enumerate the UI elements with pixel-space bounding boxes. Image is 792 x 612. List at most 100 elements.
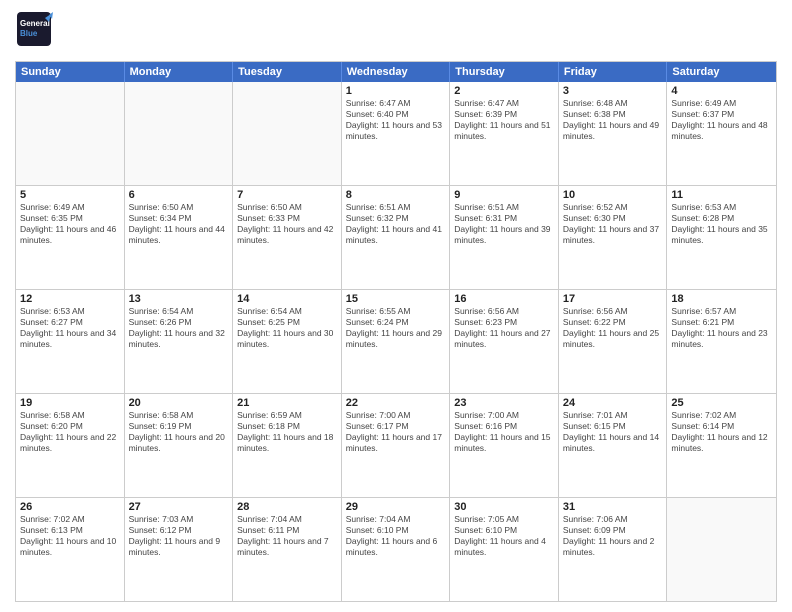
cell-info: Sunrise: 7:04 AMSunset: 6:10 PMDaylight:… bbox=[346, 514, 446, 558]
calendar-cell: 18Sunrise: 6:57 AMSunset: 6:21 PMDayligh… bbox=[667, 290, 776, 393]
cell-info: Sunrise: 6:54 AMSunset: 6:26 PMDaylight:… bbox=[129, 306, 229, 350]
cell-info: Sunrise: 6:49 AMSunset: 6:35 PMDaylight:… bbox=[20, 202, 120, 246]
cell-info: Sunrise: 6:50 AMSunset: 6:33 PMDaylight:… bbox=[237, 202, 337, 246]
calendar-cell: 13Sunrise: 6:54 AMSunset: 6:26 PMDayligh… bbox=[125, 290, 234, 393]
cell-info: Sunrise: 6:57 AMSunset: 6:21 PMDaylight:… bbox=[671, 306, 772, 350]
cell-date: 15 bbox=[346, 293, 446, 305]
cell-date: 20 bbox=[129, 397, 229, 409]
svg-text:General: General bbox=[20, 19, 50, 28]
day-header-saturday: Saturday bbox=[667, 62, 776, 82]
cell-date: 10 bbox=[563, 189, 663, 201]
calendar-cell: 23Sunrise: 7:00 AMSunset: 6:16 PMDayligh… bbox=[450, 394, 559, 497]
cell-date: 25 bbox=[671, 397, 772, 409]
cell-info: Sunrise: 7:01 AMSunset: 6:15 PMDaylight:… bbox=[563, 410, 663, 454]
calendar-row-0: 1Sunrise: 6:47 AMSunset: 6:40 PMDaylight… bbox=[16, 82, 776, 186]
calendar-row-1: 5Sunrise: 6:49 AMSunset: 6:35 PMDaylight… bbox=[16, 186, 776, 290]
cell-date: 30 bbox=[454, 501, 554, 513]
cell-info: Sunrise: 7:06 AMSunset: 6:09 PMDaylight:… bbox=[563, 514, 663, 558]
cell-info: Sunrise: 6:53 AMSunset: 6:28 PMDaylight:… bbox=[671, 202, 772, 246]
cell-date: 26 bbox=[20, 501, 120, 513]
calendar-cell: 7Sunrise: 6:50 AMSunset: 6:33 PMDaylight… bbox=[233, 186, 342, 289]
cell-info: Sunrise: 6:56 AMSunset: 6:22 PMDaylight:… bbox=[563, 306, 663, 350]
cell-date: 1 bbox=[346, 85, 446, 97]
calendar-row-2: 12Sunrise: 6:53 AMSunset: 6:27 PMDayligh… bbox=[16, 290, 776, 394]
calendar-row-4: 26Sunrise: 7:02 AMSunset: 6:13 PMDayligh… bbox=[16, 498, 776, 601]
day-header-monday: Monday bbox=[125, 62, 234, 82]
cell-date: 8 bbox=[346, 189, 446, 201]
calendar-cell: 20Sunrise: 6:58 AMSunset: 6:19 PMDayligh… bbox=[125, 394, 234, 497]
calendar-row-3: 19Sunrise: 6:58 AMSunset: 6:20 PMDayligh… bbox=[16, 394, 776, 498]
cell-info: Sunrise: 6:58 AMSunset: 6:20 PMDaylight:… bbox=[20, 410, 120, 454]
calendar-cell: 24Sunrise: 7:01 AMSunset: 6:15 PMDayligh… bbox=[559, 394, 668, 497]
day-header-sunday: Sunday bbox=[16, 62, 125, 82]
calendar-cell: 3Sunrise: 6:48 AMSunset: 6:38 PMDaylight… bbox=[559, 82, 668, 185]
cell-date: 22 bbox=[346, 397, 446, 409]
calendar-cell bbox=[667, 498, 776, 601]
cell-info: Sunrise: 7:00 AMSunset: 6:16 PMDaylight:… bbox=[454, 410, 554, 454]
cell-info: Sunrise: 6:51 AMSunset: 6:32 PMDaylight:… bbox=[346, 202, 446, 246]
cell-date: 9 bbox=[454, 189, 554, 201]
cell-info: Sunrise: 6:55 AMSunset: 6:24 PMDaylight:… bbox=[346, 306, 446, 350]
cell-date: 18 bbox=[671, 293, 772, 305]
calendar-cell bbox=[125, 82, 234, 185]
cell-info: Sunrise: 6:50 AMSunset: 6:34 PMDaylight:… bbox=[129, 202, 229, 246]
cell-info: Sunrise: 7:03 AMSunset: 6:12 PMDaylight:… bbox=[129, 514, 229, 558]
calendar-cell: 12Sunrise: 6:53 AMSunset: 6:27 PMDayligh… bbox=[16, 290, 125, 393]
calendar-cell: 11Sunrise: 6:53 AMSunset: 6:28 PMDayligh… bbox=[667, 186, 776, 289]
calendar-cell: 29Sunrise: 7:04 AMSunset: 6:10 PMDayligh… bbox=[342, 498, 451, 601]
cell-info: Sunrise: 6:52 AMSunset: 6:30 PMDaylight:… bbox=[563, 202, 663, 246]
cell-date: 11 bbox=[671, 189, 772, 201]
cell-date: 14 bbox=[237, 293, 337, 305]
cell-info: Sunrise: 6:56 AMSunset: 6:23 PMDaylight:… bbox=[454, 306, 554, 350]
calendar-cell: 28Sunrise: 7:04 AMSunset: 6:11 PMDayligh… bbox=[233, 498, 342, 601]
logo: General Blue bbox=[15, 10, 58, 53]
calendar-cell: 30Sunrise: 7:05 AMSunset: 6:10 PMDayligh… bbox=[450, 498, 559, 601]
header: General Blue bbox=[15, 10, 777, 53]
calendar-cell: 22Sunrise: 7:00 AMSunset: 6:17 PMDayligh… bbox=[342, 394, 451, 497]
page: General Blue SundayMondayTuesdayWednesda… bbox=[0, 0, 792, 612]
calendar-cell: 26Sunrise: 7:02 AMSunset: 6:13 PMDayligh… bbox=[16, 498, 125, 601]
svg-text:Blue: Blue bbox=[20, 29, 38, 38]
cell-info: Sunrise: 6:51 AMSunset: 6:31 PMDaylight:… bbox=[454, 202, 554, 246]
calendar-cell: 1Sunrise: 6:47 AMSunset: 6:40 PMDaylight… bbox=[342, 82, 451, 185]
cell-date: 29 bbox=[346, 501, 446, 513]
calendar-body: 1Sunrise: 6:47 AMSunset: 6:40 PMDaylight… bbox=[16, 82, 776, 601]
cell-date: 13 bbox=[129, 293, 229, 305]
day-header-wednesday: Wednesday bbox=[342, 62, 451, 82]
calendar-cell: 10Sunrise: 6:52 AMSunset: 6:30 PMDayligh… bbox=[559, 186, 668, 289]
calendar-cell: 27Sunrise: 7:03 AMSunset: 6:12 PMDayligh… bbox=[125, 498, 234, 601]
cell-info: Sunrise: 6:53 AMSunset: 6:27 PMDaylight:… bbox=[20, 306, 120, 350]
calendar-cell: 2Sunrise: 6:47 AMSunset: 6:39 PMDaylight… bbox=[450, 82, 559, 185]
cell-info: Sunrise: 7:05 AMSunset: 6:10 PMDaylight:… bbox=[454, 514, 554, 558]
cell-date: 5 bbox=[20, 189, 120, 201]
cell-info: Sunrise: 6:59 AMSunset: 6:18 PMDaylight:… bbox=[237, 410, 337, 454]
calendar-cell bbox=[233, 82, 342, 185]
day-header-friday: Friday bbox=[559, 62, 668, 82]
cell-date: 24 bbox=[563, 397, 663, 409]
cell-info: Sunrise: 7:02 AMSunset: 6:14 PMDaylight:… bbox=[671, 410, 772, 454]
day-header-tuesday: Tuesday bbox=[233, 62, 342, 82]
calendar-cell: 5Sunrise: 6:49 AMSunset: 6:35 PMDaylight… bbox=[16, 186, 125, 289]
cell-info: Sunrise: 6:58 AMSunset: 6:19 PMDaylight:… bbox=[129, 410, 229, 454]
calendar-cell: 21Sunrise: 6:59 AMSunset: 6:18 PMDayligh… bbox=[233, 394, 342, 497]
cell-date: 3 bbox=[563, 85, 663, 97]
cell-info: Sunrise: 7:00 AMSunset: 6:17 PMDaylight:… bbox=[346, 410, 446, 454]
cell-info: Sunrise: 6:47 AMSunset: 6:40 PMDaylight:… bbox=[346, 98, 446, 142]
cell-info: Sunrise: 7:04 AMSunset: 6:11 PMDaylight:… bbox=[237, 514, 337, 558]
cell-date: 4 bbox=[671, 85, 772, 97]
cell-date: 27 bbox=[129, 501, 229, 513]
calendar-cell: 9Sunrise: 6:51 AMSunset: 6:31 PMDaylight… bbox=[450, 186, 559, 289]
calendar-cell: 14Sunrise: 6:54 AMSunset: 6:25 PMDayligh… bbox=[233, 290, 342, 393]
calendar-cell: 6Sunrise: 6:50 AMSunset: 6:34 PMDaylight… bbox=[125, 186, 234, 289]
calendar: SundayMondayTuesdayWednesdayThursdayFrid… bbox=[15, 61, 777, 602]
calendar-cell: 17Sunrise: 6:56 AMSunset: 6:22 PMDayligh… bbox=[559, 290, 668, 393]
cell-info: Sunrise: 6:54 AMSunset: 6:25 PMDaylight:… bbox=[237, 306, 337, 350]
calendar-cell: 19Sunrise: 6:58 AMSunset: 6:20 PMDayligh… bbox=[16, 394, 125, 497]
calendar-cell bbox=[16, 82, 125, 185]
cell-date: 21 bbox=[237, 397, 337, 409]
cell-date: 23 bbox=[454, 397, 554, 409]
calendar-cell: 25Sunrise: 7:02 AMSunset: 6:14 PMDayligh… bbox=[667, 394, 776, 497]
calendar-cell: 8Sunrise: 6:51 AMSunset: 6:32 PMDaylight… bbox=[342, 186, 451, 289]
cell-date: 12 bbox=[20, 293, 120, 305]
cell-info: Sunrise: 7:02 AMSunset: 6:13 PMDaylight:… bbox=[20, 514, 120, 558]
